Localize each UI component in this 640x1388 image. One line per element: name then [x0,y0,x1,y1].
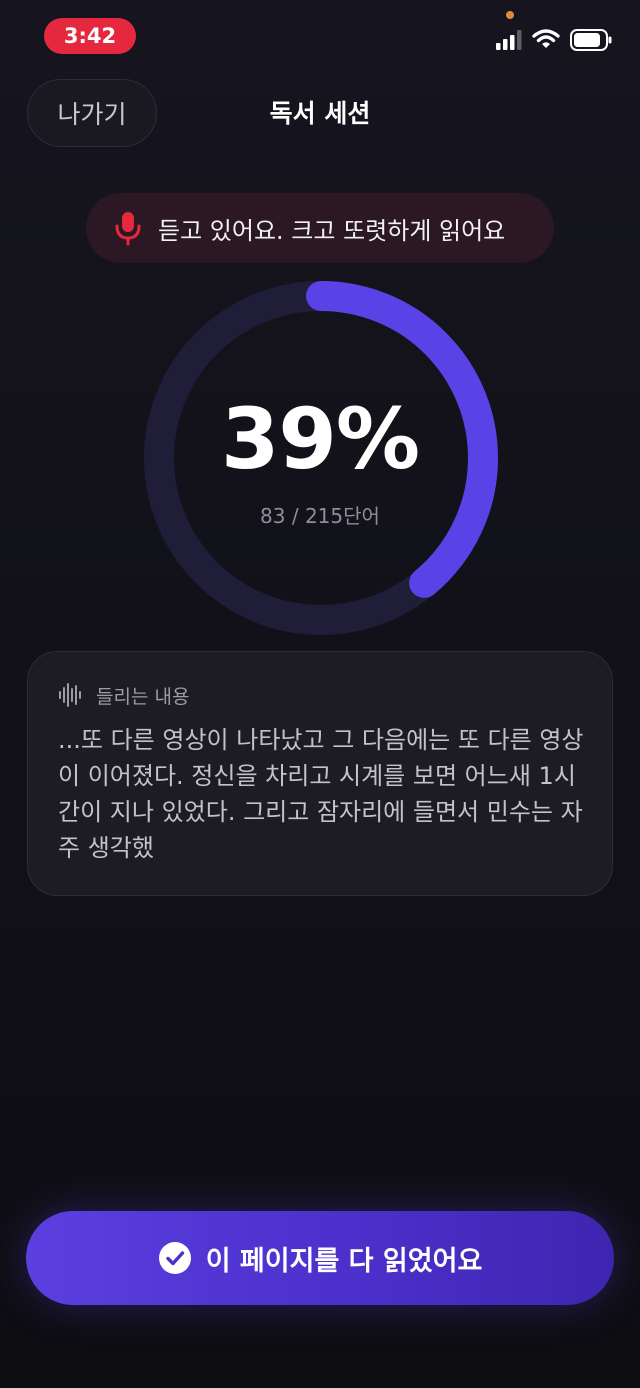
privacy-indicator-dot [506,11,514,19]
transcript-card: 들리는 내용 ...또 다른 영상이 나타났고 그 다음에는 또 다른 영상이 … [27,651,613,896]
page-done-label: 이 페이지를 다 읽었어요 [205,1245,483,1277]
word-count: 83 / 215단어 [260,504,380,528]
transcript-text: ...또 다른 영상이 나타났고 그 다음에는 또 다른 영상이 이어졌다. 정… [58,726,584,862]
status-bar: 3:42 [0,0,640,70]
waveform-icon [59,683,81,707]
transcript-heading: 들리는 내용 [96,686,190,708]
listening-status-text: 듣고 있어요. 크고 또렷하게 읽어요 [158,216,506,245]
page-title: 독서 세션 [269,99,371,128]
check-circle-icon [158,1242,191,1274]
listening-status-banner: 듣고 있어요. 크고 또렷하게 읽어요 [86,193,554,263]
wifi-icon [532,29,560,48]
mic-icon [115,212,141,246]
page-done-button[interactable]: 이 페이지를 다 읽었어요 [26,1211,614,1305]
signal-icon [496,30,522,50]
status-time: 3:42 [44,18,136,54]
progress-percent: 39% [220,390,420,488]
battery-icon [570,29,612,51]
